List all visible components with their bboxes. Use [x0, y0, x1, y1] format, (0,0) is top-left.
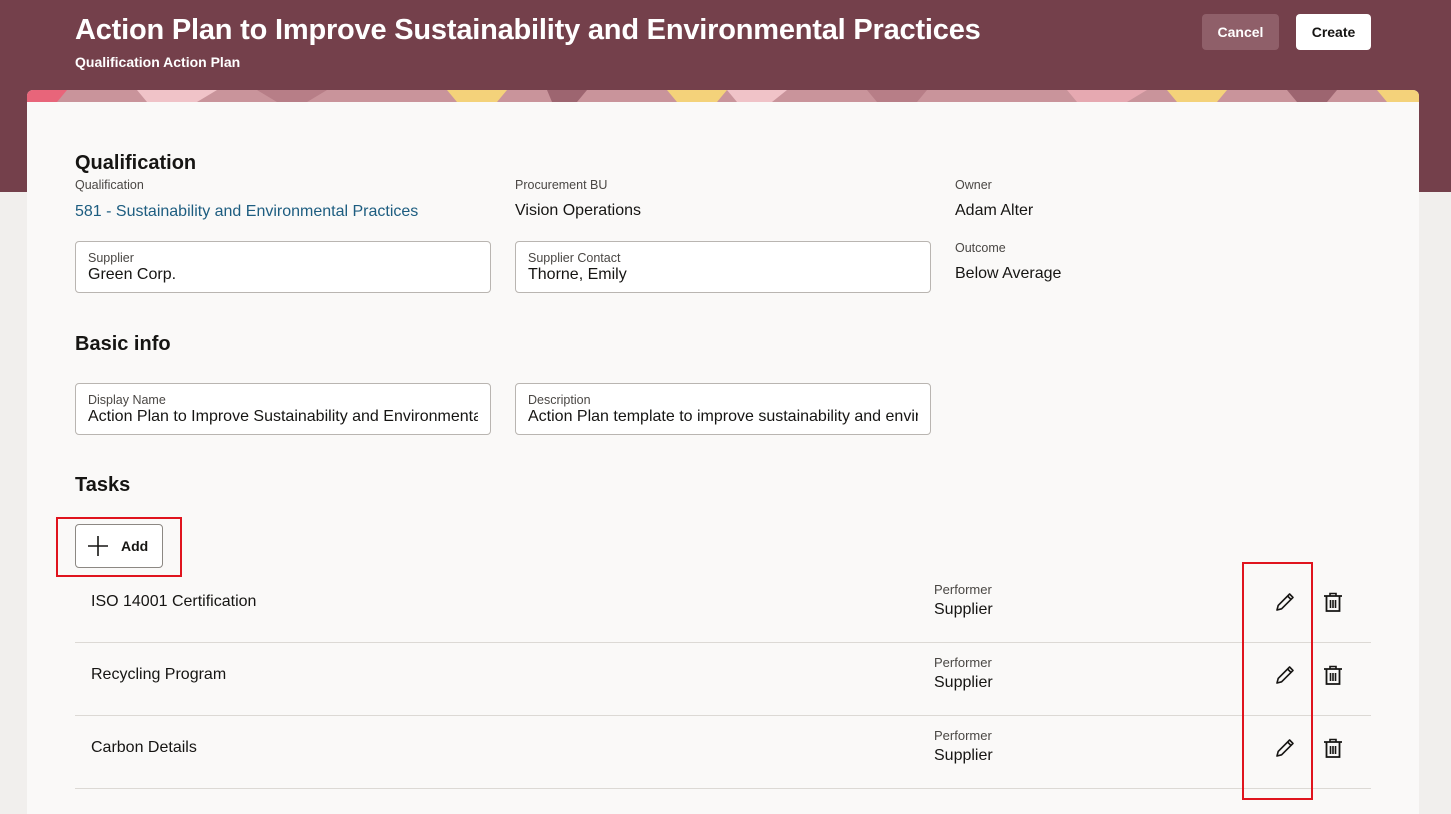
description-field[interactable]: Description Action Plan template to impr… [515, 383, 931, 435]
edit-task-button[interactable] [1271, 588, 1299, 616]
procurement-bu-value: Vision Operations [515, 202, 641, 219]
description-field-value[interactable]: Action Plan template to improve sustaina… [528, 407, 918, 427]
pencil-icon [1276, 666, 1294, 684]
qualification-link[interactable]: 581 - Sustainability and Environmental P… [75, 203, 418, 221]
task-performer-value: Supplier [934, 601, 993, 618]
qualification-heading: Qualification [75, 152, 197, 174]
display-name-field-label: Display Name [88, 393, 166, 407]
basic-info-heading: Basic info [75, 333, 171, 355]
trash-icon [1324, 738, 1342, 758]
outcome-value: Below Average [955, 265, 1062, 282]
task-performer-label: Performer [934, 582, 992, 597]
supplier-field[interactable]: Supplier Green Corp. [75, 241, 491, 293]
owner-value: Adam Alter [955, 202, 1034, 219]
delete-task-button[interactable] [1319, 734, 1347, 762]
outcome-label: Outcome [955, 241, 1006, 255]
task-row: ISO 14001 Certification Performer Suppli… [75, 570, 1371, 643]
supplier-field-label: Supplier [88, 251, 134, 265]
page-title: Action Plan to Improve Sustainability an… [75, 14, 981, 46]
delete-task-button[interactable] [1319, 661, 1347, 689]
decorative-banner [27, 90, 1419, 102]
form-card: Qualification Qualification 581 - Sustai… [27, 90, 1419, 814]
trash-icon [1324, 665, 1342, 685]
create-button[interactable]: Create [1296, 14, 1371, 50]
task-name: ISO 14001 Certification [91, 593, 257, 610]
owner-label: Owner [955, 178, 992, 192]
add-task-button[interactable]: Add [75, 524, 163, 568]
task-performer-value: Supplier [934, 747, 993, 764]
supplier-contact-field[interactable]: Supplier Contact Thorne, Emily [515, 241, 931, 293]
supplier-contact-field-label: Supplier Contact [528, 251, 621, 265]
task-name: Carbon Details [91, 739, 197, 756]
description-field-label: Description [528, 393, 591, 407]
delete-task-button[interactable] [1319, 588, 1347, 616]
pencil-icon [1276, 593, 1294, 611]
plus-icon [88, 536, 108, 556]
task-performer-label: Performer [934, 655, 992, 670]
task-performer-label: Performer [934, 728, 992, 743]
tasks-heading: Tasks [75, 474, 131, 496]
supplier-field-value[interactable]: Green Corp. [88, 265, 478, 285]
edit-task-button[interactable] [1271, 734, 1299, 762]
task-performer-value: Supplier [934, 674, 993, 691]
procurement-bu-label: Procurement BU [515, 178, 608, 192]
trash-icon [1324, 592, 1342, 612]
display-name-field[interactable]: Display Name Action Plan to Improve Sust… [75, 383, 491, 435]
cancel-button[interactable]: Cancel [1202, 14, 1279, 50]
page-subtitle: Qualification Action Plan [75, 54, 241, 70]
task-name: Recycling Program [91, 666, 227, 683]
task-row: Recycling Program Performer Supplier [75, 643, 1371, 716]
edit-task-button[interactable] [1271, 661, 1299, 689]
qualification-label: Qualification [75, 178, 144, 192]
task-row: Carbon Details Performer Supplier [75, 716, 1371, 789]
supplier-contact-field-value[interactable]: Thorne, Emily [528, 265, 918, 285]
display-name-field-value[interactable]: Action Plan to Improve Sustainability an… [88, 407, 478, 427]
pencil-icon [1276, 739, 1294, 757]
add-task-button-label: Add [121, 538, 149, 554]
